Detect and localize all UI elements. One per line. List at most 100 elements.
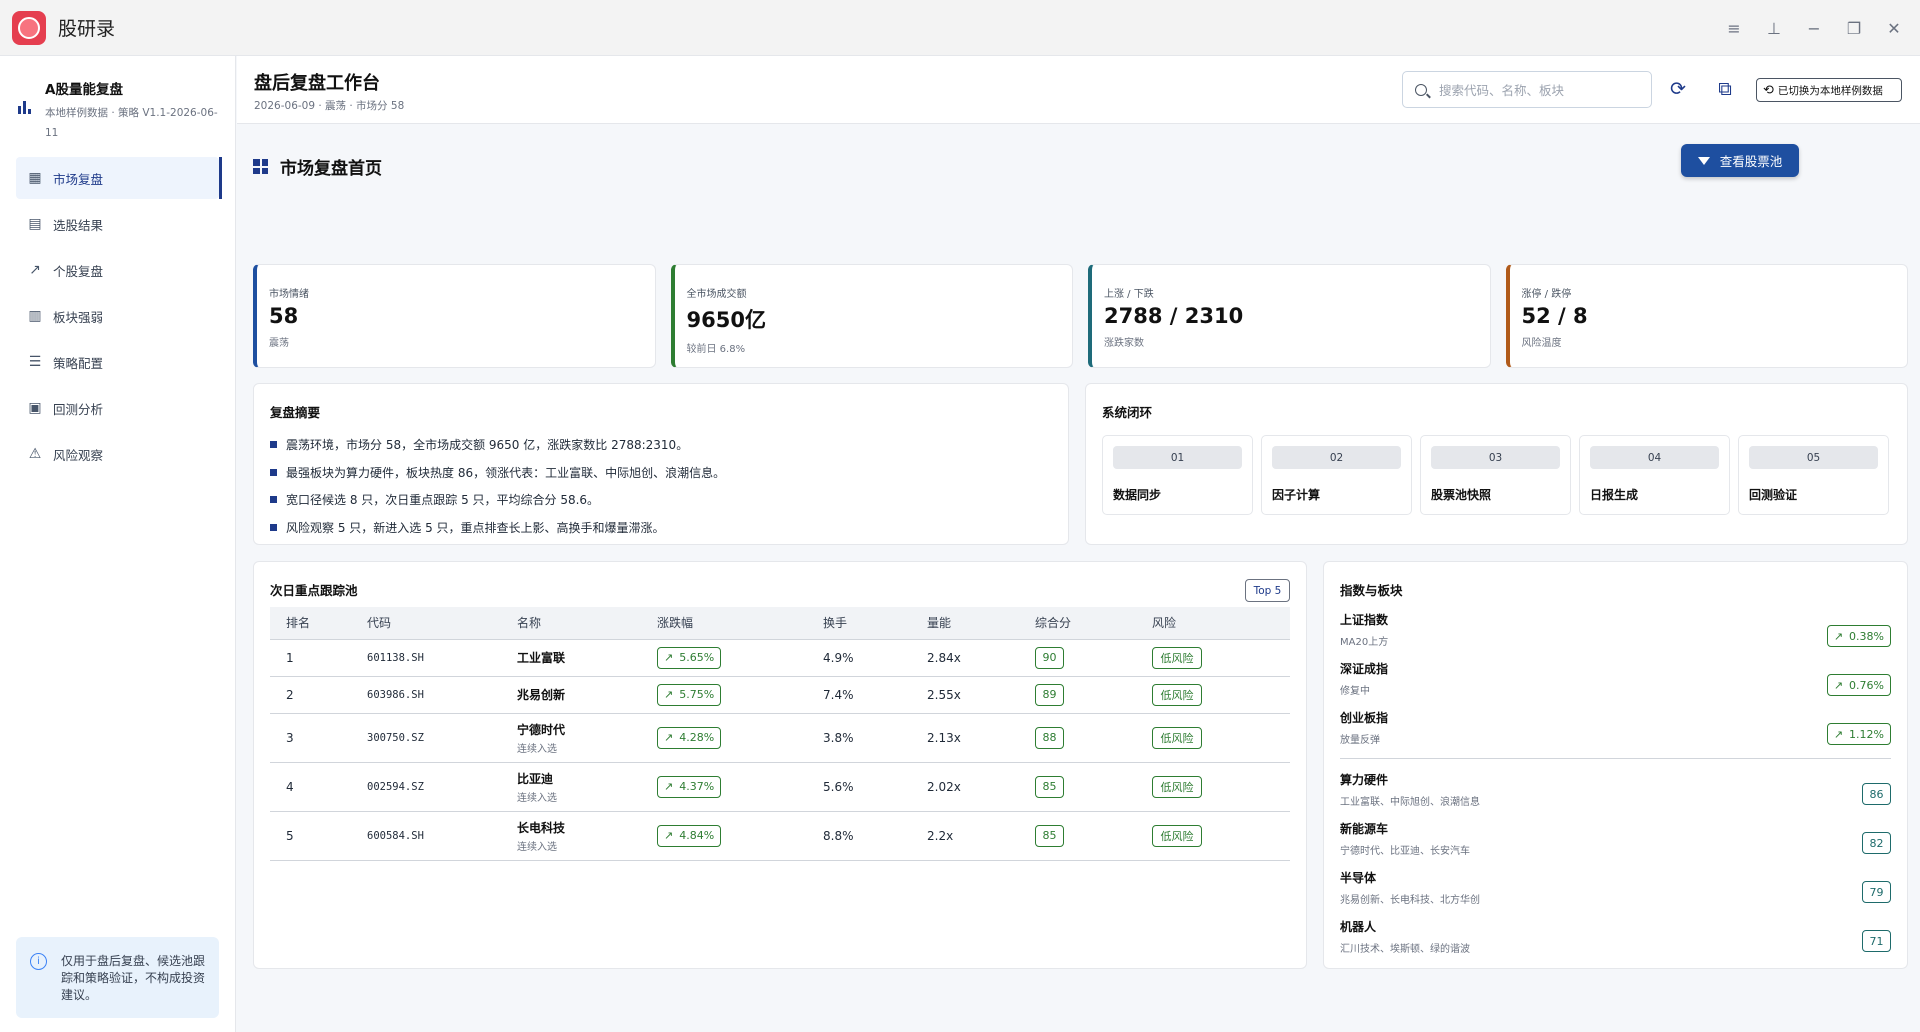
list-item[interactable]: 算力硬件 工业富联、中际旭创、浪潮信息 86 [1340,771,1891,820]
score-cell: 88 [1035,713,1152,763]
trend-up-icon: ↗ [1833,727,1844,741]
list-item[interactable]: 新能源车 宁德时代、比亚迪、长安汽车 82 [1340,820,1891,869]
step-number: 01 [1113,446,1242,469]
change-cell: ↗ 4.37% [657,762,823,812]
column-header[interactable]: 名称 [517,607,657,640]
score-badge: 85 [1035,775,1064,798]
column-header[interactable]: 换手 [823,607,927,640]
minimize-icon[interactable]: − [1806,19,1822,38]
search-input[interactable]: 搜索代码、名称、板块 [1402,71,1652,108]
index-name: 创业板指 [1340,711,1389,725]
risk-cell: 低风险 [1152,762,1290,812]
list-item[interactable]: 机器人 汇川技术、埃斯顿、绿的谐波 71 [1340,918,1891,967]
loop-step[interactable]: 02 因子计算 [1261,435,1412,515]
tracking-title: 次日重点跟踪池 [270,583,358,598]
app-window: 股研录 ≡ ⊥ − ❐ ✕ A股量能复盘 本地样例数据 · 策略 V1.1-20… [0,0,1920,1032]
index-desc: 放量反弹 [1340,735,1380,746]
title-bar: 股研录 ≡ ⊥ − ❐ ✕ [0,0,1920,56]
kpi-label: 上涨 / 下跌 [1104,289,1154,300]
menu-icon[interactable]: ≡ [1726,19,1742,38]
kpi-value: 2788 / 2310 [1104,304,1244,328]
column-header[interactable]: 代码 [367,607,517,640]
change-badge: ↗ 4.84% [657,824,722,847]
loop-step[interactable]: 01 数据同步 [1102,435,1253,515]
sidebar-item-sector[interactable]: ▥ 板块强弱 [16,295,219,337]
turnover-cell: 4.9% [823,639,927,677]
score-badge: 85 [1035,824,1064,847]
sidebar-item-label: 风险观察 [53,447,104,463]
change-value: 4.28% [679,731,715,744]
tracking-table: 排名 代码 名称 涨跌幅 换手 量能 综合分 风险 1 601138.SH 工业… [270,607,1290,861]
table-row[interactable]: 5 600584.SH 长电科技 连续入选 ↗ 4.84% 8.8% 2.2x 85… [270,811,1290,861]
table-icon: ▤ [28,216,42,232]
view-stock-pool-button[interactable]: 查看股票池 [1681,144,1799,177]
volume-cell: 2.55x [927,676,1035,714]
list-item[interactable]: 深证成指 修复中 ↗ 0.76% [1340,660,1891,709]
change-badge: ↗ 5.75% [657,683,722,706]
trend-up-icon: ↗ [1833,629,1844,643]
refresh-icon[interactable]: ⟳ [1667,78,1689,100]
loop-step[interactable]: 03 股票池快照 [1420,435,1571,515]
change-value: 4.84% [679,829,715,842]
loop-step[interactable]: 05 回测验证 [1738,435,1889,515]
code-cell: 300750.SZ [367,713,517,763]
risk-badge: 低风险 [1152,726,1202,749]
sidebar-item-label: 回测分析 [53,401,104,417]
volume-cell: 2.84x [927,639,1035,677]
stock-name: 比亚迪 [517,771,554,786]
sidebar-item-stock-review[interactable]: ↗ 个股复盘 [16,249,219,291]
sector-name: 半导体 [1340,871,1377,885]
sidebar-item-backtest[interactable]: ▣ 回测分析 [16,387,219,429]
pin-icon[interactable]: ⊥ [1766,19,1782,38]
top5-badge[interactable]: Top 5 [1245,579,1290,602]
column-header[interactable]: 排名 [270,607,367,640]
step-name: 日报生成 [1590,488,1639,502]
restore-icon[interactable]: ❐ [1846,19,1862,38]
table-row[interactable]: 3 300750.SZ 宁德时代 连续入选 ↗ 4.28% 3.8% 2.13x 8… [270,713,1290,763]
table-row[interactable]: 1 601138.SH 工业富联 ↗ 5.65% 4.9% 2.84x 90 低风… [270,639,1290,677]
index-desc: MA20上方 [1340,637,1389,648]
column-header[interactable]: 风险 [1152,607,1290,640]
step-name: 回测验证 [1749,488,1798,502]
table-row[interactable]: 4 002594.SZ 比亚迪 连续入选 ↗ 4.37% 5.6% 2.02x 85… [270,762,1290,812]
loop-steps: 01 数据同步 02 因子计算 03 股票池快照 04 日报生成 05 回测验证 [1102,435,1891,515]
sidebar-item-label: 策略配置 [53,355,104,371]
index-change: 1.12% [1849,727,1884,741]
risk-badge: 低风险 [1152,646,1202,669]
sidebar-item-strategy[interactable]: ☰ 策略配置 [16,341,219,383]
divider [1340,758,1891,759]
turnover-cell: 8.8% [823,811,927,861]
loop-step[interactable]: 04 日报生成 [1579,435,1730,515]
column-header[interactable]: 涨跌幅 [657,607,823,640]
index-change: 0.76% [1849,678,1884,692]
rank-cell: 5 [270,811,367,861]
column-header[interactable]: 量能 [927,607,1035,640]
list-item[interactable]: 半导体 兆易创新、长电科技、北方华创 79 [1340,869,1891,918]
column-header[interactable]: 综合分 [1035,607,1152,640]
search-icon [1415,83,1427,96]
sector-score: 86 [1862,783,1891,805]
sidebar-item-label: 个股复盘 [53,263,104,279]
kpi-note: 震荡 [269,338,289,349]
copy-icon[interactable]: ⧉ [1714,78,1736,100]
trend-up-icon: ↗ [664,780,674,793]
summary-title: 复盘摘要 [270,405,321,420]
table-row[interactable]: 2 603986.SH 兆易创新 ↗ 5.75% 7.4% 2.55x 89 低风… [270,676,1290,714]
dashboard-icon: ▦ [28,170,42,186]
sidebar-item-risk[interactable]: ⚠ 风险观察 [16,433,219,475]
change-value: 5.65% [679,651,715,664]
sidebar: A股量能复盘 本地样例数据 · 策略 V1.1-2026-06-11 ▦ 市场复… [0,56,236,1032]
list-item[interactable]: 创业板指 放量反弹 ↗ 1.12% [1340,709,1891,758]
change-cell: ↗ 5.65% [657,639,823,677]
sidebar-item-market-review[interactable]: ▦ 市场复盘 [16,157,222,199]
score-cell: 85 [1035,811,1152,861]
data-source-switch-button[interactable]: ⟲ 已切换为本地样例数据 [1756,78,1902,102]
close-icon[interactable]: ✕ [1886,19,1902,38]
trend-icon: ↗ [29,262,41,278]
list-item[interactable]: 上证指数 MA20上方 ↗ 0.38% [1340,611,1891,660]
view-stock-pool-label: 查看股票池 [1719,154,1783,169]
code-cell: 601138.SH [367,639,517,677]
sidebar-item-screening[interactable]: ▤ 选股结果 [16,203,219,245]
stock-name: 兆易创新 [517,688,566,702]
stock-name: 长电科技 [517,820,566,835]
